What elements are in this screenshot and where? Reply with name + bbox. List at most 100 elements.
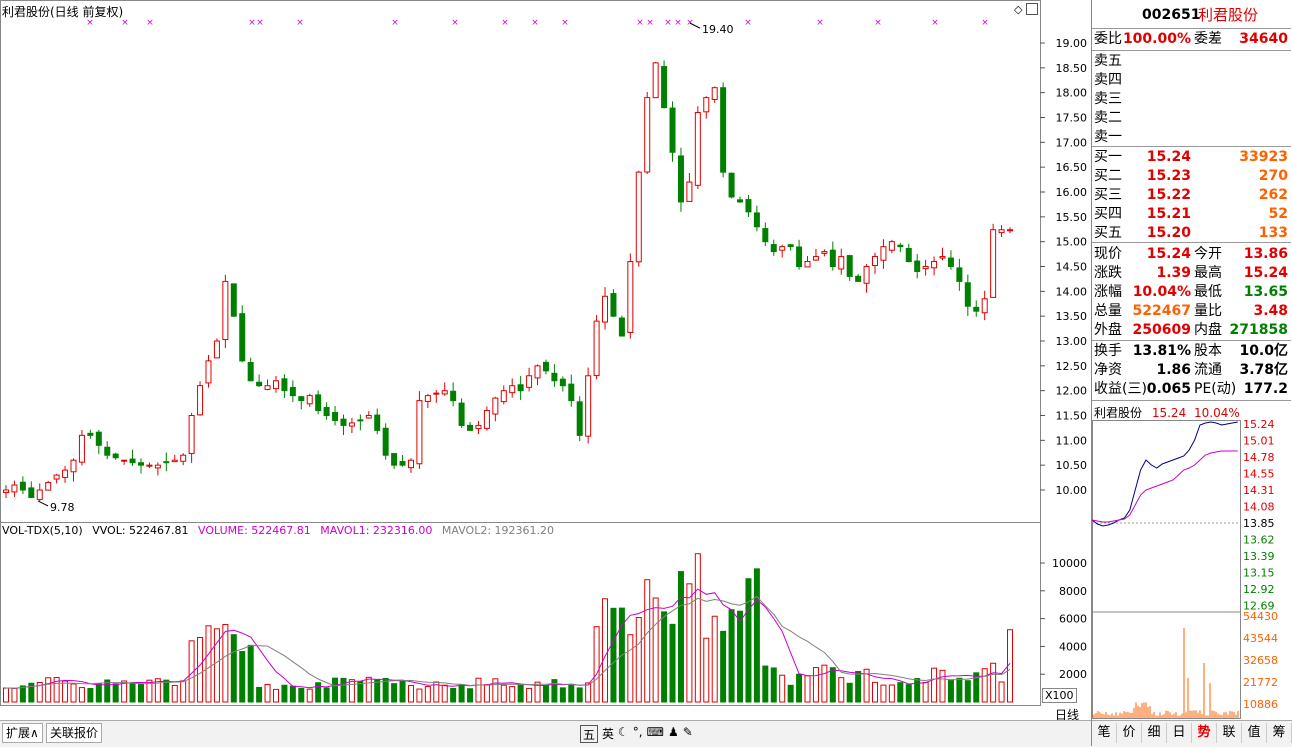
candle-body <box>898 245 903 246</box>
event-marker: × <box>674 18 682 28</box>
volume-bar <box>560 688 565 702</box>
maximize-icon[interactable] <box>1026 3 1038 15</box>
candle-body <box>366 416 371 419</box>
quote-value: 522467 <box>1133 302 1191 321</box>
right-tab-4[interactable]: 势 <box>1192 723 1217 743</box>
right-tab-7[interactable]: 筹 <box>1267 723 1292 743</box>
kline-chart[interactable]: 19.00 18.50 18.00 17.50 17.00 16.50 16.00 15.50… <box>0 0 1090 706</box>
event-marker: × <box>664 18 672 28</box>
person-icon[interactable]: ♟ <box>668 725 679 743</box>
dots-icon[interactable]: °, <box>633 725 643 743</box>
volume-bar <box>932 668 937 702</box>
candle-body <box>518 385 523 391</box>
volume-bar <box>603 599 608 702</box>
right-tab-6[interactable]: 值 <box>1242 723 1267 743</box>
tab-related-quote[interactable]: 关联报价 <box>46 723 102 743</box>
right-tab-3[interactable]: 日 <box>1167 723 1192 743</box>
volume-tick-label: 2000 <box>1059 668 1087 681</box>
event-marker: × <box>636 18 644 28</box>
candle-body <box>307 396 312 404</box>
right-tab-0[interactable]: 笔 <box>1092 723 1117 743</box>
candle-body <box>451 391 456 400</box>
candle-body <box>999 230 1004 233</box>
quote-label: 今开 <box>1194 245 1222 264</box>
volume-bar <box>704 638 709 702</box>
volume-bar <box>518 685 523 702</box>
volume-bar <box>290 686 295 702</box>
candle-body <box>982 299 987 313</box>
intraday-mini-chart[interactable]: 15.24 15.01 14.78 14.55 14.31 14.08 13.85 13.62… <box>1092 420 1292 720</box>
wubi-icon[interactable]: 五 <box>580 725 598 743</box>
buy-volume: 262 <box>1259 186 1288 205</box>
volume-bar <box>645 580 650 702</box>
candle-body <box>991 230 996 298</box>
candle-body <box>400 462 405 466</box>
candle-body <box>501 391 506 402</box>
volume-bar <box>172 685 177 702</box>
volume-bar <box>248 645 253 702</box>
mini-volume-label: 21772 <box>1243 676 1278 689</box>
moon-icon[interactable]: ☾ <box>618 725 629 743</box>
mini-price-label: 15.01 <box>1243 435 1275 448</box>
volume-bar <box>923 682 928 702</box>
quote-label: 涨跌 <box>1094 264 1122 283</box>
buy-label: 买二 <box>1094 167 1122 186</box>
volume-bar <box>695 554 700 702</box>
english-icon[interactable]: 英 <box>602 725 614 743</box>
fund-label: 换手 <box>1094 342 1122 361</box>
volume-bar <box>138 684 143 702</box>
volume-bar <box>628 635 633 702</box>
mini-price-label: 13.15 <box>1243 567 1275 580</box>
candle-body <box>392 454 397 466</box>
candle-body <box>493 398 498 414</box>
right-tab-5[interactable]: 联 <box>1217 723 1242 743</box>
mavol2-line <box>6 596 1010 688</box>
price-tick-label: 11.00 <box>1056 434 1088 447</box>
candle-body <box>822 252 827 254</box>
buy-volume: 270 <box>1259 167 1288 186</box>
volume-bar <box>662 612 667 702</box>
keyboard-icon[interactable]: ⌨ <box>647 725 664 743</box>
candle-body <box>46 483 51 491</box>
candle-body <box>63 470 68 477</box>
tab-extend[interactable]: 扩展∧ <box>2 723 43 743</box>
right-tab-2[interactable]: 细 <box>1142 723 1167 743</box>
sell-label: 卖五 <box>1094 52 1122 71</box>
candle-body <box>645 98 650 172</box>
candle-body <box>181 455 186 461</box>
candle-body <box>552 373 557 380</box>
event-marker: × <box>686 18 694 28</box>
volume-bar <box>839 678 844 702</box>
volume-bar <box>999 682 1004 702</box>
price-tick-label: 17.00 <box>1056 136 1088 149</box>
volume-bar <box>273 689 278 702</box>
buy-label: 买四 <box>1094 205 1122 224</box>
kline-chart-area[interactable]: 19.00 18.50 18.00 17.50 17.00 16.50 16.00 15.50… <box>0 0 1090 706</box>
candle-body <box>754 213 759 227</box>
volume-bar <box>12 689 17 702</box>
volume-bar <box>822 665 827 702</box>
quote-row: 涨幅 10.04% 最低 13.65 <box>1092 283 1291 302</box>
volume-bar <box>341 678 346 702</box>
volume-bar <box>316 683 321 702</box>
candle-body <box>873 257 878 266</box>
volume-bar <box>873 682 878 702</box>
buy-row: 买三 15.22 262 <box>1092 186 1291 205</box>
candle-body <box>248 363 253 381</box>
right-tab-1[interactable]: 价 <box>1117 723 1142 743</box>
quote-label: 现价 <box>1094 245 1122 264</box>
stock-name: 利君股份 <box>1198 6 1258 25</box>
diamond-icon[interactable]: ◇ <box>1014 3 1022 16</box>
candle-body <box>856 276 861 281</box>
event-marker: × <box>451 18 459 28</box>
volume-bar <box>20 686 25 702</box>
candle-body <box>113 454 118 458</box>
wrench-icon[interactable]: ✎ <box>683 725 693 743</box>
volume-bar <box>898 683 903 702</box>
event-marker: × <box>981 18 989 28</box>
buy-row: 买一 15.24 33923 <box>1092 148 1291 167</box>
quote-label: 外盘 <box>1094 321 1122 340</box>
buy-label: 买五 <box>1094 224 1122 243</box>
event-marker: × <box>501 18 509 28</box>
volume-bar <box>164 680 169 702</box>
